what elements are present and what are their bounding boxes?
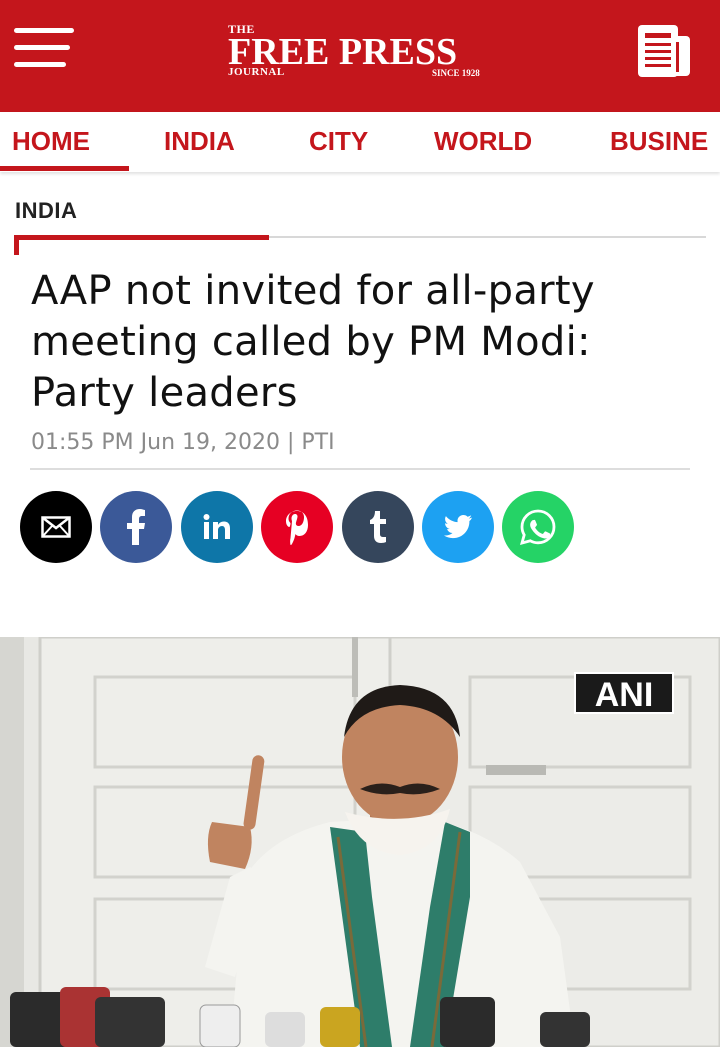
nav-item-city[interactable]: CITY <box>309 126 368 157</box>
category-nav: HOME INDIA CITY WORLD BUSINE <box>0 112 720 172</box>
email-icon <box>41 516 71 538</box>
section-label[interactable]: INDIA <box>15 198 77 224</box>
whatsapp-icon <box>520 509 556 545</box>
nav-item-home[interactable]: HOME <box>12 126 90 157</box>
logo-since: SINCE 1928 <box>432 68 480 78</box>
share-email-button[interactable] <box>20 491 92 563</box>
article-headline: AAP not invited for all-party meeting ca… <box>31 268 595 416</box>
share-facebook-button[interactable] <box>100 491 172 563</box>
tumblr-icon <box>370 511 386 543</box>
share-pinterest-button[interactable] <box>261 491 333 563</box>
share-tumblr-button[interactable] <box>342 491 414 563</box>
pinterest-icon <box>286 510 308 545</box>
section-accent-bar <box>14 235 269 240</box>
logo-journal: JOURNAL <box>228 66 285 78</box>
twitter-icon <box>444 515 472 539</box>
share-linkedin-button[interactable] <box>181 491 253 563</box>
share-whatsapp-button[interactable] <box>502 491 574 563</box>
photo-watermark: ANI <box>574 672 674 714</box>
nav-item-business[interactable]: BUSINE <box>610 126 708 157</box>
site-header: THE FREE PRESS JOURNAL SINCE 1928 <box>0 0 720 112</box>
site-logo[interactable]: THE FREE PRESS JOURNAL SINCE 1928 <box>228 22 494 82</box>
facebook-icon <box>127 509 145 545</box>
nav-item-india[interactable]: INDIA <box>164 126 235 157</box>
linkedin-icon <box>203 514 230 539</box>
hamburger-menu-icon[interactable] <box>14 28 74 68</box>
article-photo: ANI <box>0 637 720 1047</box>
meta-divider <box>30 468 690 470</box>
article-meta: 01:55 PM Jun 19, 2020 | PTI <box>31 430 335 455</box>
newspaper-icon[interactable] <box>636 22 692 80</box>
share-twitter-button[interactable] <box>422 491 494 563</box>
nav-item-world[interactable]: WORLD <box>434 126 532 157</box>
section-accent-tick <box>14 235 19 255</box>
nav-active-indicator <box>0 166 129 171</box>
